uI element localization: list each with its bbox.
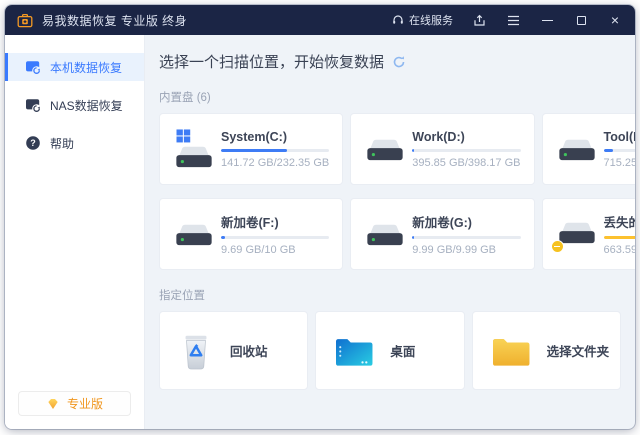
hard-drive-icon bbox=[362, 136, 408, 162]
titlebar[interactable]: 易我数据恢复 专业版 终身 在线服务 bbox=[5, 5, 635, 35]
sidebar: 本机数据恢复 NAS数据恢复 ? 帮助 bbox=[5, 35, 145, 429]
desktop-folder-icon bbox=[333, 333, 375, 369]
location-card-choose-folder[interactable]: 选择文件夹 bbox=[472, 311, 621, 390]
recycle-bin-icon bbox=[177, 331, 215, 371]
locations-grid: 回收站 桌面 bbox=[159, 311, 621, 390]
usage-bar bbox=[604, 149, 636, 152]
online-service-label: 在线服务 bbox=[409, 12, 453, 28]
hard-drive-icon bbox=[171, 143, 217, 169]
headset-icon bbox=[392, 14, 404, 26]
section-label-specified-locations: 指定位置 bbox=[159, 287, 621, 303]
drives-grid: System(C:) 141.72 GB/232.35 GB bbox=[159, 113, 621, 270]
sidebar-item-local-recovery[interactable]: 本机数据恢复 bbox=[5, 53, 144, 81]
location-card-recycle-bin[interactable]: 回收站 bbox=[159, 311, 308, 390]
maximize-icon bbox=[577, 16, 586, 25]
window-title: 易我数据恢复 专业版 终身 bbox=[42, 12, 187, 29]
windows-logo-icon bbox=[176, 129, 191, 143]
location-card-desktop[interactable]: 桌面 bbox=[315, 311, 464, 390]
drive-card-new-volume-f[interactable]: 新加卷(F:) 9.69 GB/10 GB bbox=[159, 198, 343, 270]
sidebar-item-label: NAS数据恢复 bbox=[50, 97, 123, 114]
minimize-icon bbox=[542, 20, 553, 21]
usage-bar bbox=[412, 149, 520, 152]
drive-card-tool-e[interactable]: Tool(E:) 715.25 GB/781.25 GB bbox=[542, 113, 636, 185]
drive-capacity: 715.25 GB/781.25 GB bbox=[604, 157, 636, 169]
drive-card-work-d[interactable]: Work(D:) 395.85 GB/398.17 GB bbox=[350, 113, 534, 185]
minimize-button[interactable] bbox=[539, 12, 555, 28]
drive-card-system-c[interactable]: System(C:) 141.72 GB/232.35 GB bbox=[159, 113, 343, 185]
sidebar-item-nas-recovery[interactable]: NAS数据恢复 bbox=[5, 91, 144, 119]
upload-box-icon bbox=[473, 14, 486, 27]
local-recovery-icon bbox=[25, 59, 41, 75]
drive-capacity: 395.85 GB/398.17 GB bbox=[412, 157, 520, 169]
location-label: 桌面 bbox=[390, 341, 415, 360]
drive-card-lost-partition[interactable]: 丢失的分区 -1 ? 663.59 GB bbox=[542, 198, 636, 270]
hamburger-icon bbox=[507, 15, 520, 26]
online-service-button[interactable]: 在线服务 bbox=[392, 12, 453, 28]
main-panel: 选择一个扫描位置，开始恢复数据 内置盘 (6) bbox=[145, 35, 635, 429]
drive-capacity: 9.69 GB/10 GB bbox=[221, 244, 329, 256]
hard-drive-icon bbox=[362, 221, 408, 247]
drive-capacity: 663.59 GB bbox=[604, 244, 636, 256]
lost-partition-badge-icon bbox=[551, 240, 564, 253]
license-badge-button[interactable]: 专业版 bbox=[18, 391, 131, 416]
app-logo-toolbox-icon bbox=[17, 13, 33, 28]
menu-button[interactable] bbox=[505, 12, 521, 28]
sidebar-item-help[interactable]: ? 帮助 bbox=[5, 129, 144, 157]
sidebar-item-label: 本机数据恢复 bbox=[50, 59, 122, 76]
help-icon: ? bbox=[25, 135, 41, 151]
upgrade-button[interactable] bbox=[471, 12, 487, 28]
maximize-button[interactable] bbox=[573, 12, 589, 28]
choose-folder-icon bbox=[490, 333, 532, 369]
usage-bar bbox=[221, 236, 329, 239]
diamond-icon bbox=[46, 398, 60, 410]
location-label: 选择文件夹 bbox=[547, 341, 610, 360]
drive-name: System(C:) bbox=[221, 130, 287, 144]
page-title: 选择一个扫描位置，开始恢复数据 bbox=[159, 51, 384, 72]
sidebar-item-label: 帮助 bbox=[50, 135, 74, 152]
refresh-icon[interactable] bbox=[392, 55, 406, 69]
drive-card-new-volume-g[interactable]: 新加卷(G:) 9.99 GB/9.99 GB bbox=[350, 198, 534, 270]
drive-name: 丢失的分区 -1 bbox=[604, 212, 636, 231]
hard-drive-icon bbox=[554, 136, 600, 162]
usage-bar bbox=[604, 236, 636, 239]
svg-text:?: ? bbox=[30, 138, 36, 148]
close-button[interactable]: × bbox=[607, 12, 623, 28]
drive-capacity: 141.72 GB/232.35 GB bbox=[221, 157, 329, 169]
usage-bar bbox=[221, 149, 329, 152]
usage-bar bbox=[412, 236, 520, 239]
drive-capacity: 9.99 GB/9.99 GB bbox=[412, 244, 520, 256]
location-label: 回收站 bbox=[230, 341, 268, 360]
license-label: 专业版 bbox=[67, 395, 103, 412]
drive-name: Tool(E:) bbox=[604, 130, 636, 144]
close-icon: × bbox=[611, 13, 619, 27]
nas-recovery-icon bbox=[25, 97, 41, 113]
drive-name: Work(D:) bbox=[412, 130, 465, 144]
app-window: 易我数据恢复 专业版 终身 在线服务 bbox=[5, 5, 635, 429]
drive-name: 新加卷(F:) bbox=[221, 212, 279, 231]
hard-drive-icon bbox=[171, 221, 217, 247]
section-label-internal-disks: 内置盘 (6) bbox=[159, 89, 621, 105]
drive-name: 新加卷(G:) bbox=[412, 212, 472, 231]
